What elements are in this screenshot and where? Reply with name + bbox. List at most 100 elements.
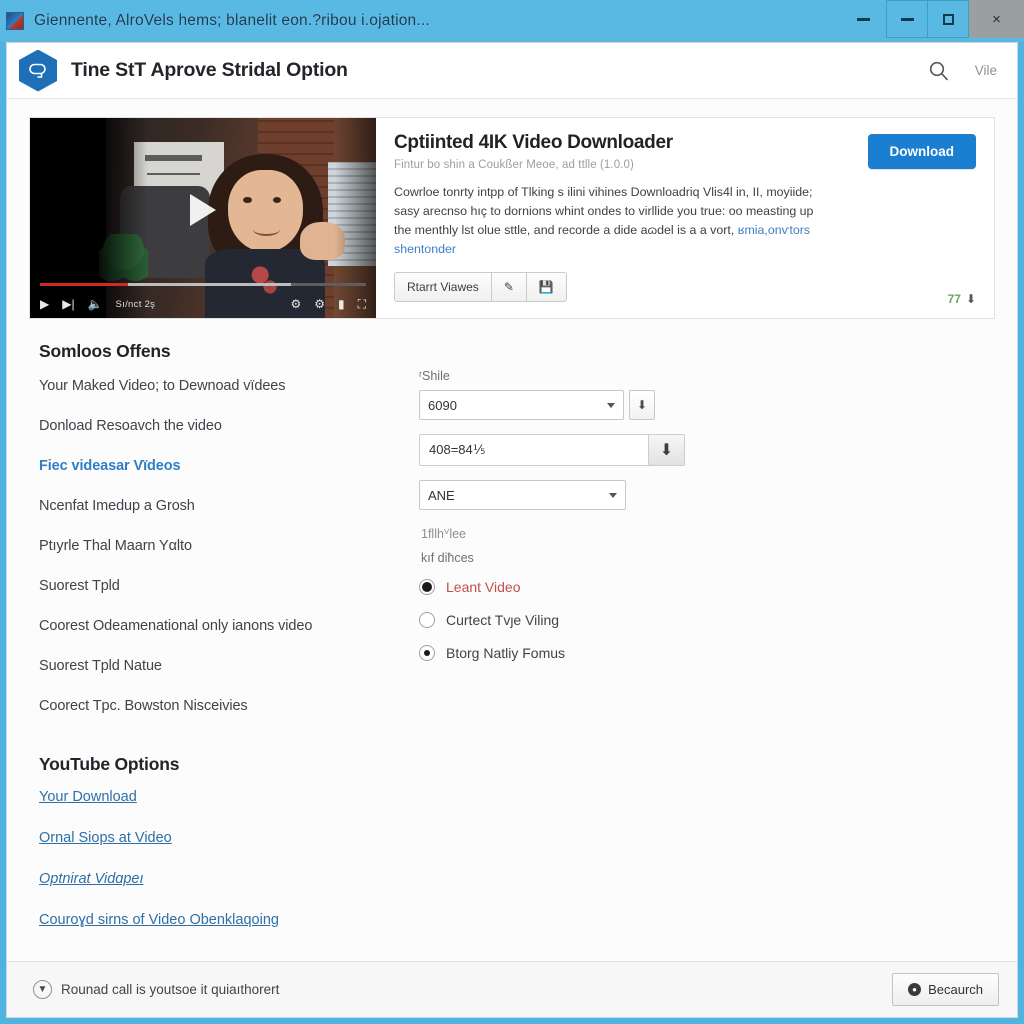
quality-select-value: 6090 [428, 397, 457, 413]
header-link-vile[interactable]: Vile [975, 63, 997, 78]
progress-buffered [128, 283, 292, 286]
minimize-extra-button[interactable] [840, 0, 886, 38]
radio-label: Curtect Tvȷe Viling [446, 612, 560, 628]
radio-icon[interactable] [419, 645, 435, 661]
play-button-large-icon[interactable] [190, 194, 216, 226]
list-item[interactable]: Coorect Tpc. Bowston Nisceivies [39, 698, 419, 714]
maximize-button[interactable] [927, 0, 968, 38]
close-button[interactable]: × [968, 0, 1024, 38]
quality-download-button[interactable]: ⬇ [629, 390, 655, 420]
action-button-group: Rtarrt Viawes ✎ 💾 [394, 272, 567, 303]
chevron-down-icon [609, 492, 617, 498]
theater-mode-icon[interactable]: ▮ [338, 298, 345, 310]
list-item[interactable]: Your Maked Video; to Dewnoad vïdees [39, 378, 419, 394]
radio-option-2[interactable]: Curtect Tvȷe Viling [419, 612, 995, 628]
content-area: ▶ ▶| 🔈 Sı/nct 2ş ⚙ ⚙ ▮ ⛶ Cptiinted 4IK V… [7, 99, 1017, 1017]
quality-select[interactable]: 6090 [419, 390, 624, 420]
list-item: Optnirat Vidɑрeı [39, 870, 995, 888]
list-item: Ornal Siops at Video [39, 829, 995, 847]
progress-played [40, 283, 129, 286]
info-circle-icon: ▼ [33, 980, 52, 999]
youtube-link[interactable]: Optnirat Vidɑрeı [39, 871, 144, 887]
pencil-icon[interactable]: ✎ [492, 273, 527, 302]
list-item[interactable]: Coorest Odeamenational only ianons video [39, 618, 419, 634]
radio-label: Leant Video [446, 579, 521, 595]
download-count: 77 ⬇ [948, 292, 976, 306]
path-input-row: 408=84⅕ ⬇ [419, 434, 995, 466]
list-item[interactable]: Suorest Tpld [39, 578, 419, 594]
list-item[interactable]: Fiec videasar Vïdeos [39, 458, 419, 474]
next-track-icon[interactable]: ▶| [62, 298, 74, 310]
status-bar: ▼ Rounad call is youtsoe it quiaıthorert… [7, 961, 1017, 1017]
window-app-icon [6, 12, 24, 30]
chevron-down-icon [607, 402, 615, 408]
window-titlebar: Giennente, AlroVels hems; blanelit eon.?… [0, 0, 1024, 42]
app-header: Tine StT Aprove Stridal Option Vile [7, 43, 1017, 99]
form-note-1: 1fllhⱽlee [421, 527, 466, 541]
download-icon: ⬇ [965, 292, 976, 306]
list-item: Couroɣd sirns of Video Obenklaqoing [39, 911, 995, 929]
path-download-button[interactable]: ⬇ [649, 434, 685, 466]
status-message: Rounad call is youtsoe it quiaıthorert [61, 982, 280, 997]
minimize-button[interactable] [886, 0, 927, 38]
gear-icon[interactable]: ⚙ [314, 298, 325, 310]
list-item[interactable]: Donload Resoavch the video [39, 418, 419, 434]
restart-views-button[interactable]: Rtarrt Viawes [395, 273, 492, 302]
list-item[interactable]: Ncenfat Imedup a Grosh [39, 498, 419, 514]
youtube-section-title: YouTube Options [39, 754, 180, 774]
list-item: Your Download [39, 788, 995, 806]
format-select-value: ANE [428, 487, 455, 503]
app-logo-hexagon-icon [19, 49, 57, 92]
radio-option-3[interactable]: Btorɡ Natliy Fomus [419, 645, 995, 661]
dash-icon [856, 17, 870, 21]
settings-gear-icon[interactable]: ⚙ [290, 298, 301, 310]
window-title: Giennente, AlroVels hems; blanelit eon.?… [34, 12, 430, 29]
format-select-row: ANE [419, 480, 995, 510]
video-card-actions: Rtarrt Viawes ✎ 💾 [394, 272, 978, 303]
youtube-options-section: YouTube Options Your Download Ornal Siop… [7, 738, 1017, 952]
video-card-description: Cowrloe tonrty intpp of Tlking s ilini v… [394, 183, 814, 258]
options-form-column: ʳShile 6090 ⬇ 408=84⅕ ⬇ ANE 1fllhⱽlee kı… [419, 341, 995, 738]
research-button[interactable]: ● Becaurch [892, 973, 999, 1006]
video-player[interactable]: ▶ ▶| 🔈 Sı/nct 2ş ⚙ ⚙ ▮ ⛶ [30, 118, 376, 318]
research-button-label: Becaurch [928, 982, 983, 997]
options-section: Somloos Offens Your Maked Video; to Dewn… [7, 319, 1017, 738]
volume-icon[interactable]: 🔈 [88, 298, 103, 310]
youtube-link[interactable]: Couroɣd sirns of Video Obenklaqoing [39, 912, 279, 928]
youtube-link[interactable]: Your Download [39, 789, 137, 805]
video-progress-bar[interactable] [40, 283, 366, 286]
player-controls: ▶ ▶| 🔈 Sı/nct 2ş ⚙ ⚙ ▮ ⛶ [30, 290, 376, 318]
format-select[interactable]: ANE [419, 480, 626, 510]
options-list-column: Somloos Offens Your Maked Video; to Dewn… [39, 341, 419, 738]
quality-select-row: 6090 ⬇ [419, 390, 995, 420]
quality-field-label: ʳShile [419, 369, 450, 383]
download-count-value: 77 [947, 292, 961, 306]
window-controls: × [840, 0, 1024, 38]
app-container: Tine StT Aprove Stridal Option Vile ▶ ▶|… [6, 42, 1018, 1018]
header-actions: Vile [928, 60, 997, 81]
fullscreen-icon[interactable]: ⛶ [358, 298, 366, 310]
video-card: ▶ ▶| 🔈 Sı/nct 2ş ⚙ ⚙ ▮ ⛶ Cptiinted 4IK V… [29, 117, 995, 319]
path-input[interactable]: 408=84⅕ [419, 434, 649, 466]
status-message-group: ▼ Rounad call is youtsoe it quiaıthorert [33, 980, 279, 999]
clock-icon: ● [908, 983, 922, 996]
list-item[interactable]: Ptıyrle Thal Maarn Yαlto [39, 538, 419, 554]
radio-icon[interactable] [419, 579, 435, 595]
maximize-icon [942, 13, 954, 25]
options-list: Your Maked Video; to Dewnoad vïdees Donl… [39, 378, 419, 714]
video-timestamp: Sı/nct 2ş [115, 298, 156, 310]
youtube-links-list: Your Download Ornal Siops at Video Optni… [39, 788, 995, 929]
play-icon[interactable]: ▶ [40, 298, 49, 310]
search-icon[interactable] [928, 60, 949, 81]
radio-icon[interactable] [419, 612, 435, 628]
save-download-icon[interactable]: 💾 [527, 273, 566, 301]
options-section-title: Somloos Offens [39, 341, 171, 361]
minimize-icon [900, 17, 914, 21]
application-window: Giennente, AlroVels hems; blanelit eon.?… [0, 0, 1024, 1024]
youtube-link[interactable]: Ornal Siops at Video [39, 830, 172, 846]
radio-option-1[interactable]: Leant Video [419, 579, 995, 595]
radio-label: Btorɡ Natliy Fomus [446, 645, 566, 661]
list-item[interactable]: Suorest Tpld Natue [39, 658, 419, 674]
path-input-value: 408=84⅕ [429, 442, 486, 457]
download-button[interactable]: Download [867, 134, 976, 169]
